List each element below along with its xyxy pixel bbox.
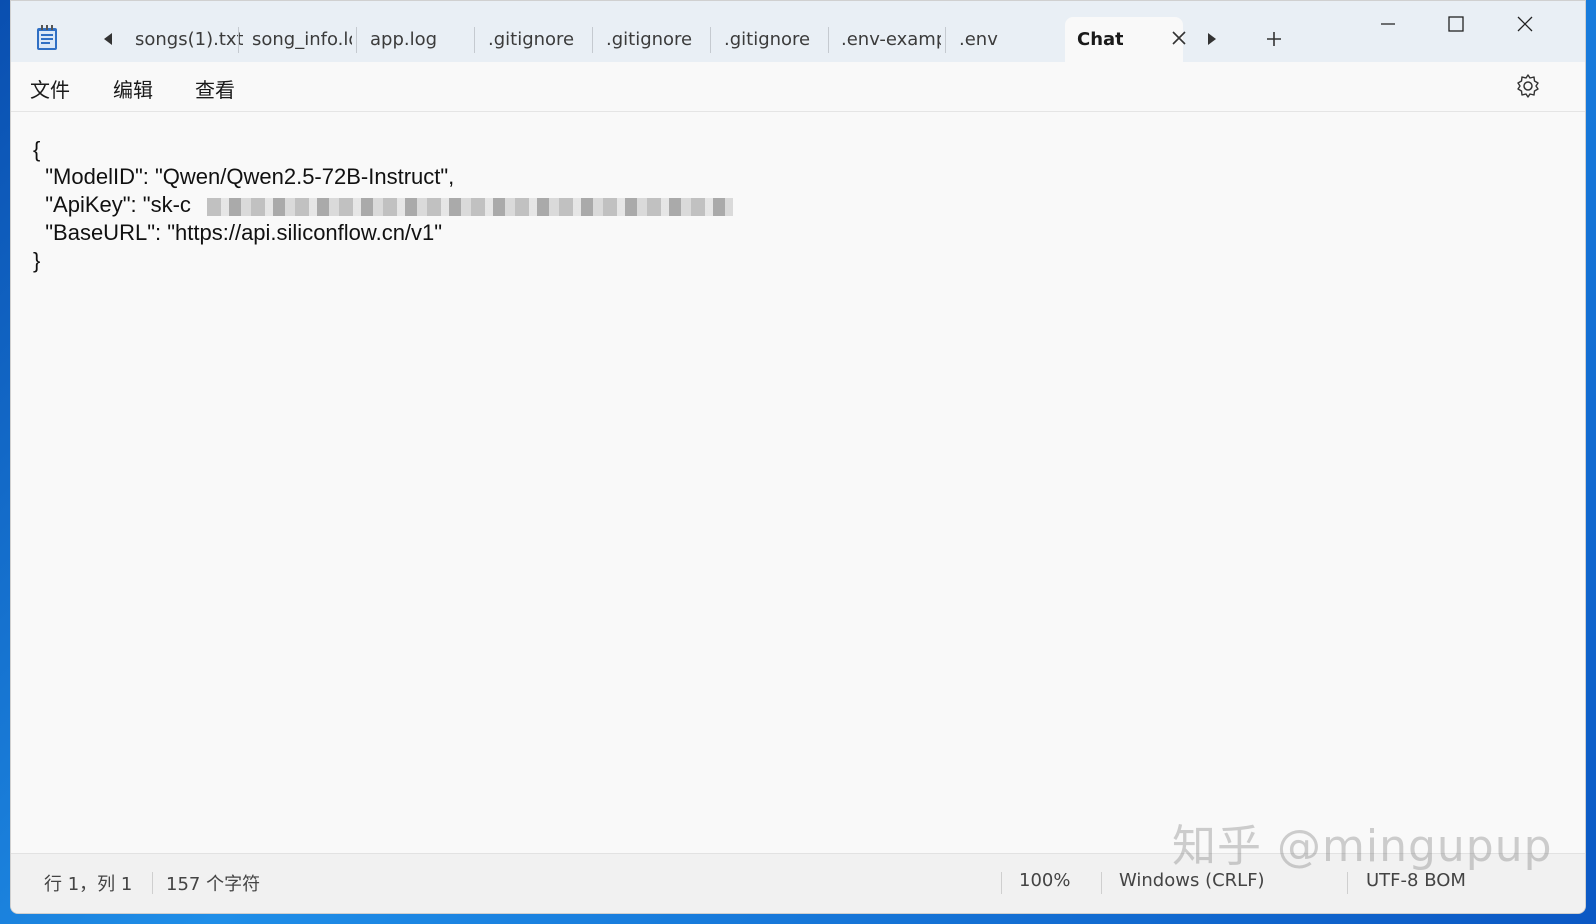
status-separator <box>1347 872 1348 894</box>
close-icon[interactable] <box>1169 28 1189 48</box>
tab-gitignore-3[interactable]: .gitignore <box>724 17 824 62</box>
tab-separator <box>710 27 711 53</box>
notepad-icon <box>37 25 57 50</box>
code-line: "ApiKey": "sk-c <box>33 192 191 217</box>
status-separator <box>1001 872 1002 894</box>
menu-view[interactable]: 查看 <box>195 74 235 103</box>
code-line: { <box>33 137 41 162</box>
plus-icon[interactable] <box>1265 30 1283 48</box>
tab-separator <box>828 27 829 53</box>
close-icon[interactable] <box>1514 13 1536 35</box>
tab-separator <box>945 27 946 53</box>
tab-label: .env-example <box>841 29 941 50</box>
status-separator <box>152 872 153 894</box>
code-line: } <box>33 248 41 273</box>
tab-env-example[interactable]: .env-example <box>841 17 941 62</box>
tab-separator <box>474 27 475 53</box>
status-separator <box>1101 872 1102 894</box>
tab-label: .gitignore <box>724 29 811 50</box>
menu-file[interactable]: 文件 <box>30 74 70 103</box>
code-line: "ModelID": "Qwen/Qwen2.5-72B-Instruct", <box>33 164 455 189</box>
tab-label: songs(1).txt <box>135 29 243 50</box>
tab-app-log[interactable]: app.log <box>370 17 470 62</box>
tab-gitignore-1[interactable]: .gitignore <box>488 17 588 62</box>
tab-separator <box>238 27 239 53</box>
code-line: "BaseURL": "https://api.siliconflow.cn/v… <box>33 220 443 245</box>
menu-bar: 文件 编辑 查看 <box>11 62 1585 112</box>
menu-edit[interactable]: 编辑 <box>113 74 153 103</box>
tab-separator <box>592 27 593 53</box>
tab-label: .gitignore <box>606 29 693 50</box>
tab-gitignore-2[interactable]: .gitignore <box>606 17 706 62</box>
triangle-right-icon[interactable] <box>1205 31 1219 47</box>
maximize-icon[interactable] <box>1445 13 1467 35</box>
cursor-position: 行 1，列 1 <box>44 874 133 895</box>
tab-label: ChatM <box>1077 29 1123 50</box>
triangle-left-icon[interactable] <box>101 31 115 47</box>
char-count: 157 个字符 <box>166 874 261 895</box>
zoom-level[interactable]: 100% <box>1019 870 1070 891</box>
gear-icon[interactable] <box>1515 73 1541 99</box>
tab-songs-txt[interactable]: songs(1).txt <box>135 17 243 62</box>
tab-label: .env <box>959 29 998 50</box>
tab-env[interactable]: .env <box>959 17 1039 62</box>
tab-label: song_info.log <box>252 29 352 50</box>
tab-label: .gitignore <box>488 29 575 50</box>
tab-separator <box>356 27 357 53</box>
redacted-api-key <box>207 198 733 216</box>
minimize-icon[interactable] <box>1377 13 1399 35</box>
tab-song-info-log[interactable]: song_info.log <box>252 17 352 62</box>
watermark: 知乎 @mingupup <box>1172 821 1553 872</box>
notepad-window: songs(1).txt song_info.log app.log .giti… <box>10 0 1586 914</box>
tab-chatm-active[interactable]: ChatM <box>1065 17 1183 62</box>
tab-label: app.log <box>370 29 438 50</box>
title-bar: songs(1).txt song_info.log app.log .giti… <box>11 1 1585 62</box>
text-editor[interactable]: { "ModelID": "Qwen/Qwen2.5-72B-Instruct"… <box>11 112 1585 854</box>
